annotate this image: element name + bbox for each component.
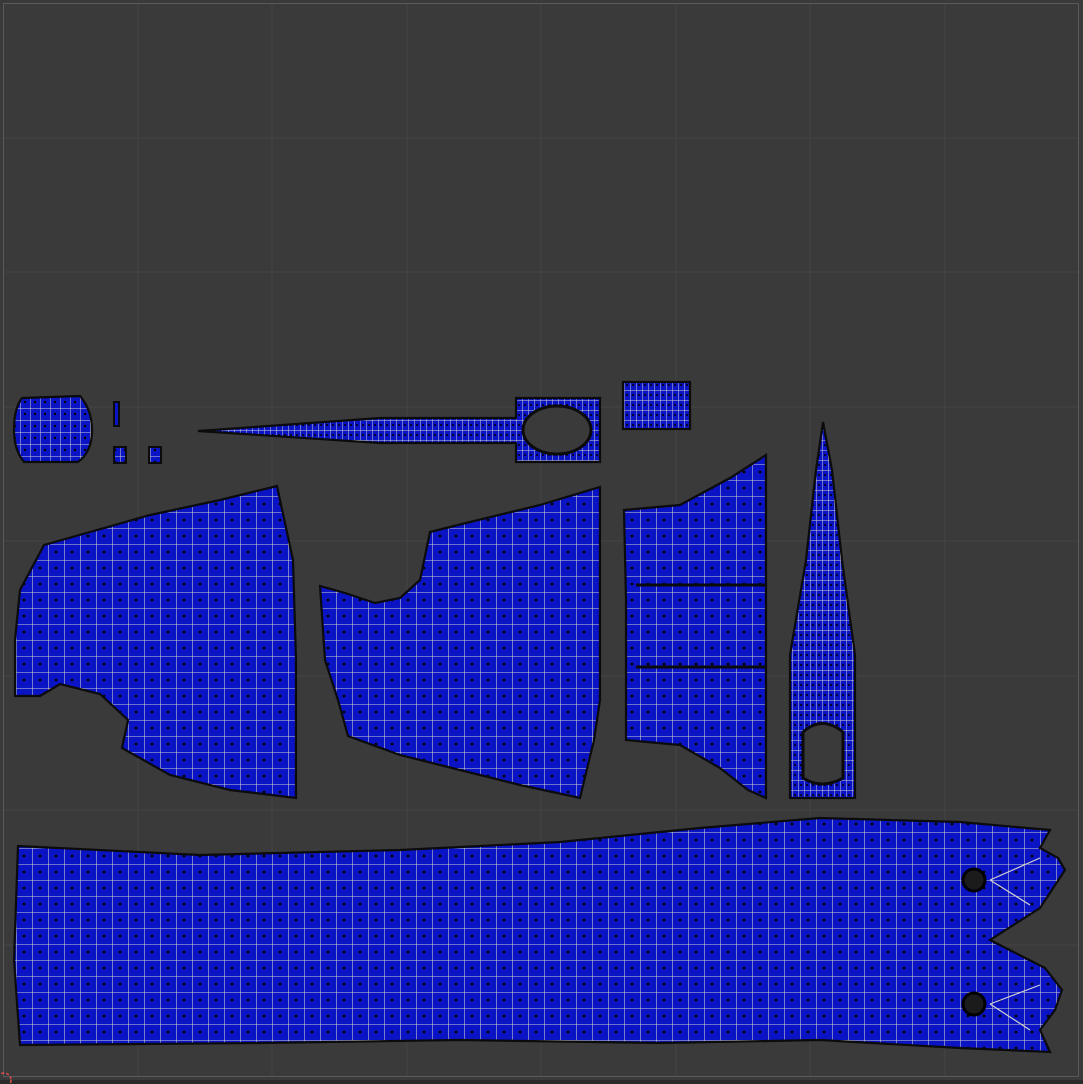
2d-cursor-icon[interactable] xyxy=(0,1068,16,1084)
uv-bounds-frame xyxy=(3,3,1079,1077)
uv-viewport[interactable] xyxy=(0,0,1083,1084)
